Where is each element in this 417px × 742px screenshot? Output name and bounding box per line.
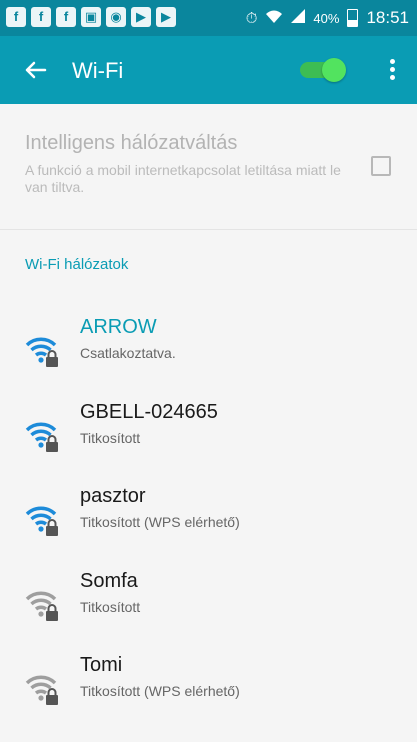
cell-signal-icon xyxy=(291,9,306,27)
alarm-icon: ⏱ xyxy=(245,9,258,27)
divider xyxy=(0,229,417,230)
network-row[interactable]: Somfa Titkosított xyxy=(0,567,417,651)
notification-icons: f f f ▣ ◉ ▶ ▶ xyxy=(6,7,176,27)
facebook-icon: f xyxy=(6,7,26,27)
image-icon: ▣ xyxy=(81,7,101,27)
network-status: Titkosított xyxy=(80,430,141,446)
wifi-lock-icon xyxy=(25,333,61,369)
wifi-networks-heading: Wi-Fi hálózatok xyxy=(25,256,129,273)
screencast-icon: ▶ xyxy=(131,7,151,27)
page-title: Wi-Fi xyxy=(72,58,124,83)
wifi-status-icon xyxy=(265,8,283,28)
status-bar: f f f ▣ ◉ ▶ ▶ ⏱ 40% 18:51 xyxy=(0,0,417,36)
toolbar: Wi-Fi xyxy=(0,36,417,104)
smart-switch-checkbox[interactable] xyxy=(371,156,391,176)
more-options-icon[interactable] xyxy=(382,56,402,84)
back-arrow-icon[interactable] xyxy=(20,55,50,85)
wifi-lock-icon xyxy=(25,502,61,538)
wifi-lock-icon xyxy=(25,671,61,707)
hotspot-icon: ◉ xyxy=(106,7,126,27)
facebook-icon: f xyxy=(31,7,51,27)
network-row[interactable]: pasztor Titkosított (WPS elérhető) xyxy=(0,482,417,566)
clock: 18:51 xyxy=(366,8,409,27)
screencast-icon: ▶ xyxy=(156,7,176,27)
network-row[interactable]: GBELL-024665 Titkosított xyxy=(0,398,417,482)
network-status: Titkosított (WPS elérhető) xyxy=(80,683,240,699)
network-row[interactable]: ARROW Csatlakoztatva. xyxy=(0,313,417,397)
wifi-toggle[interactable] xyxy=(298,56,348,84)
network-ssid: pasztor xyxy=(80,485,146,507)
smart-switch-title: Intelligens hálózatváltás xyxy=(25,132,238,154)
network-ssid: GBELL-024665 xyxy=(80,401,218,423)
network-ssid: Somfa xyxy=(80,570,138,592)
battery-icon xyxy=(347,9,359,27)
network-status: Titkosított (WPS elérhető) xyxy=(80,514,240,530)
network-status: Csatlakoztatva. xyxy=(80,345,176,361)
battery-percent: 40% xyxy=(313,10,340,26)
smart-network-switch[interactable]: Intelligens hálózatváltás A funkció a mo… xyxy=(0,104,417,209)
smart-switch-description: A funkció a mobil internetkapcsolat leti… xyxy=(25,162,341,195)
network-status: Titkosított xyxy=(80,599,141,615)
network-row[interactable]: Tomi Titkosított (WPS elérhető) xyxy=(0,651,417,735)
wifi-lock-icon xyxy=(25,418,61,454)
wifi-lock-icon xyxy=(25,587,61,623)
network-ssid: Tomi xyxy=(80,654,123,676)
facebook-icon: f xyxy=(56,7,76,27)
network-ssid: ARROW xyxy=(80,316,157,338)
